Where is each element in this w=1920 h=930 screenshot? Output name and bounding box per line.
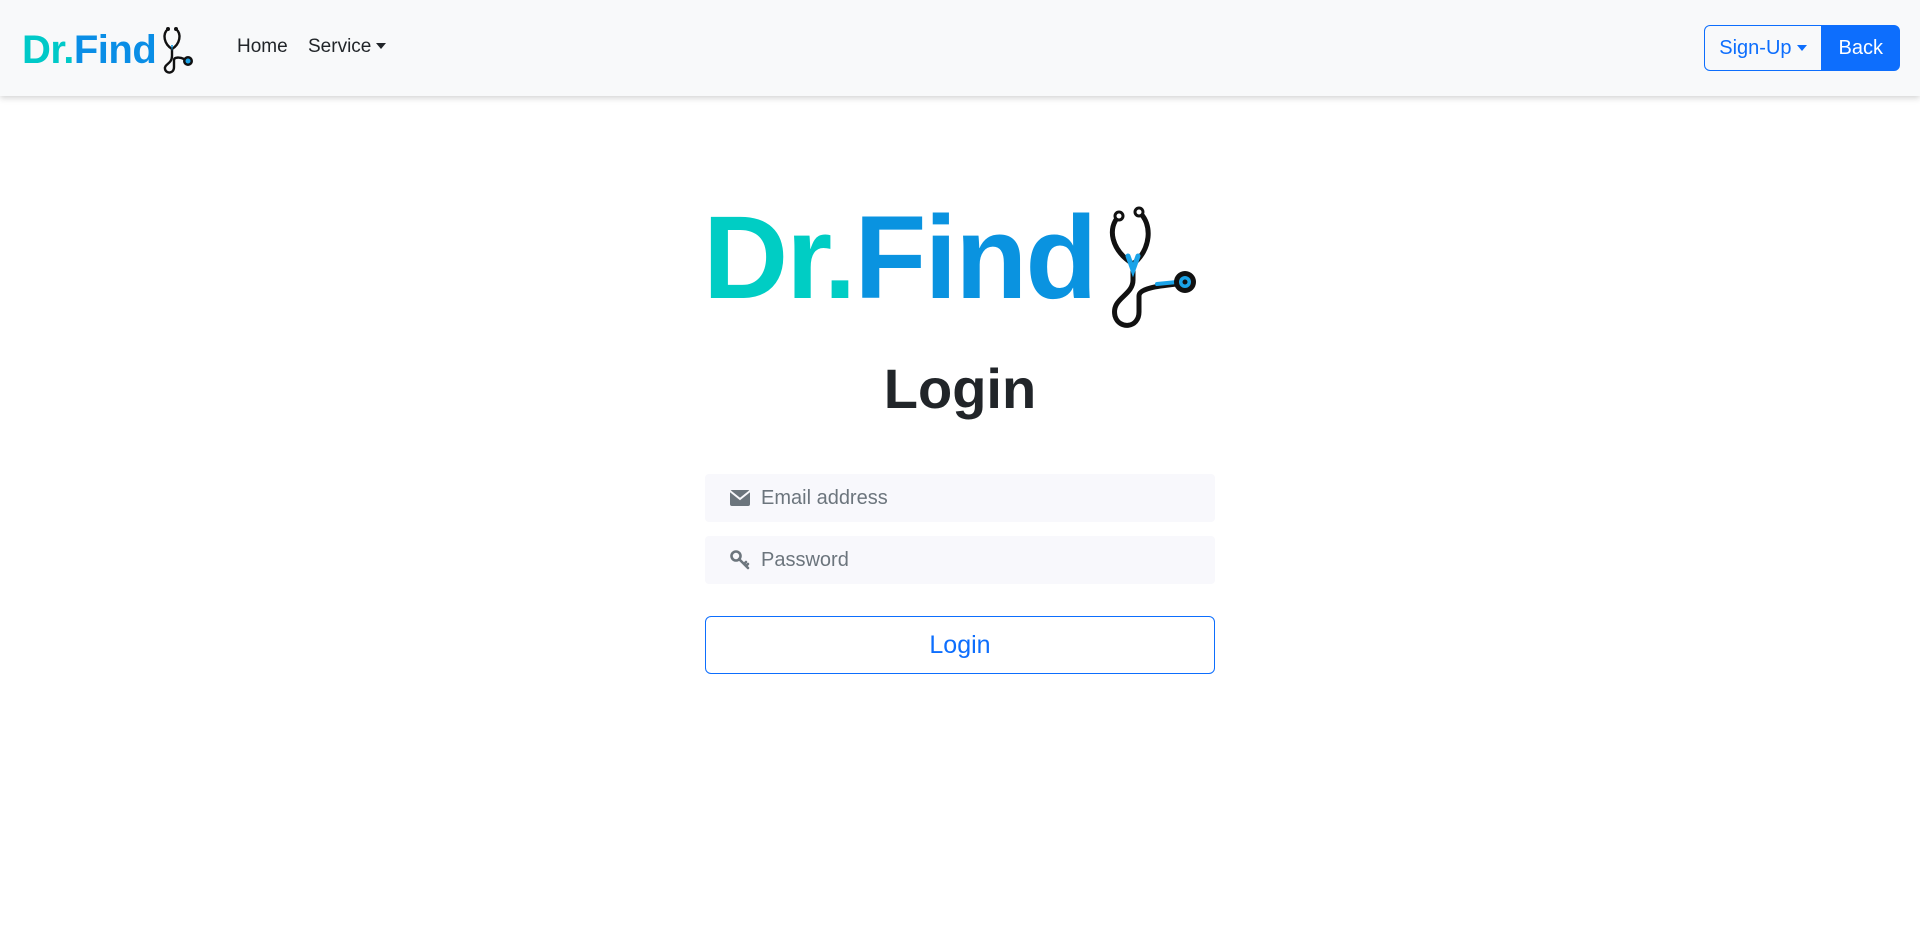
envelope-icon: [729, 487, 751, 509]
signup-dropdown-button[interactable]: Sign-Up: [1704, 25, 1822, 71]
page-title: Login: [883, 357, 1037, 420]
nav-service-dropdown[interactable]: Service: [308, 36, 387, 58]
email-field: [705, 474, 1215, 522]
nav-service-label: Service: [308, 36, 372, 57]
password-input[interactable]: [761, 540, 1191, 580]
brand-logo-text: Dr.Find: [22, 28, 157, 72]
stethoscope-icon: [1110, 206, 1197, 328]
hero-logo-text: Dr.Find: [703, 192, 1097, 324]
nav-home-link[interactable]: Home: [237, 36, 288, 58]
key-icon: [729, 549, 751, 571]
brand-logo[interactable]: Dr.Find: [22, 24, 196, 80]
navbar: Dr.Find Home Service Sign-Up Back: [0, 0, 1920, 96]
caret-down-icon: [1796, 45, 1807, 51]
signup-label: Sign-Up: [1719, 36, 1792, 59]
login-button[interactable]: Login: [705, 616, 1215, 674]
password-field: [705, 536, 1215, 584]
auth-button-group: Sign-Up Back: [1704, 25, 1900, 71]
stethoscope-icon: [163, 27, 194, 74]
email-input[interactable]: [761, 478, 1191, 518]
caret-down-icon: [376, 43, 387, 49]
hero-logo: Dr.Find: [703, 198, 1223, 338]
back-button[interactable]: Back: [1821, 25, 1900, 71]
